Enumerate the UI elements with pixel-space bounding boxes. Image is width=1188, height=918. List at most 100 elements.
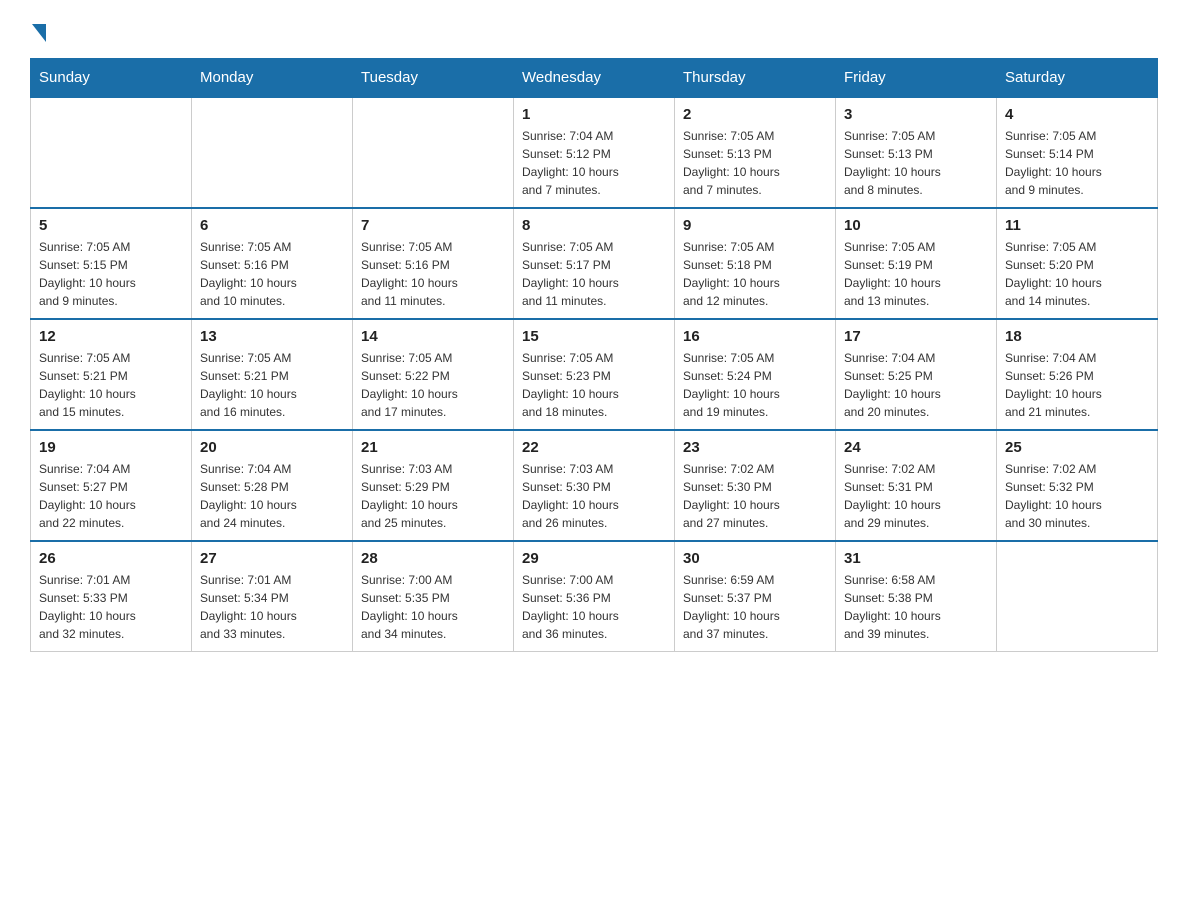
calendar-cell bbox=[31, 97, 192, 208]
calendar-header-monday: Monday bbox=[192, 59, 353, 98]
day-number: 28 bbox=[361, 550, 505, 567]
day-info: Sunrise: 7:05 AMSunset: 5:18 PMDaylight:… bbox=[683, 238, 827, 310]
page-header bbox=[30, 20, 1158, 40]
day-info: Sunrise: 7:01 AMSunset: 5:34 PMDaylight:… bbox=[200, 571, 344, 643]
day-number: 20 bbox=[200, 439, 344, 456]
calendar-cell: 1 Sunrise: 7:04 AMSunset: 5:12 PMDaylight… bbox=[514, 97, 675, 208]
day-number: 27 bbox=[200, 550, 344, 567]
day-number: 11 bbox=[1005, 217, 1149, 234]
day-info: Sunrise: 7:04 AMSunset: 5:28 PMDaylight:… bbox=[200, 460, 344, 532]
calendar-week-row: 12 Sunrise: 7:05 AMSunset: 5:21 PMDayligh… bbox=[31, 319, 1158, 430]
calendar-cell: 19 Sunrise: 7:04 AMSunset: 5:27 PMDayligh… bbox=[31, 430, 192, 541]
logo-arrow-icon bbox=[32, 24, 46, 42]
logo bbox=[30, 20, 46, 40]
calendar-cell: 22 Sunrise: 7:03 AMSunset: 5:30 PMDayligh… bbox=[514, 430, 675, 541]
day-info: Sunrise: 7:04 AMSunset: 5:12 PMDaylight:… bbox=[522, 127, 666, 199]
day-info: Sunrise: 6:59 AMSunset: 5:37 PMDaylight:… bbox=[683, 571, 827, 643]
day-info: Sunrise: 7:01 AMSunset: 5:33 PMDaylight:… bbox=[39, 571, 183, 643]
calendar-cell: 20 Sunrise: 7:04 AMSunset: 5:28 PMDayligh… bbox=[192, 430, 353, 541]
day-number: 26 bbox=[39, 550, 183, 567]
day-number: 2 bbox=[683, 106, 827, 123]
calendar-cell: 6 Sunrise: 7:05 AMSunset: 5:16 PMDaylight… bbox=[192, 208, 353, 319]
calendar-header-tuesday: Tuesday bbox=[353, 59, 514, 98]
calendar-cell: 18 Sunrise: 7:04 AMSunset: 5:26 PMDayligh… bbox=[997, 319, 1158, 430]
calendar-cell bbox=[997, 541, 1158, 652]
day-number: 10 bbox=[844, 217, 988, 234]
calendar-header-saturday: Saturday bbox=[997, 59, 1158, 98]
calendar-cell: 27 Sunrise: 7:01 AMSunset: 5:34 PMDayligh… bbox=[192, 541, 353, 652]
day-number: 22 bbox=[522, 439, 666, 456]
day-number: 24 bbox=[844, 439, 988, 456]
day-number: 30 bbox=[683, 550, 827, 567]
day-info: Sunrise: 7:05 AMSunset: 5:15 PMDaylight:… bbox=[39, 238, 183, 310]
day-info: Sunrise: 7:05 AMSunset: 5:13 PMDaylight:… bbox=[683, 127, 827, 199]
calendar-cell: 24Sunrise: 7:02 AMSunset: 5:31 PMDayligh… bbox=[836, 430, 997, 541]
day-number: 7 bbox=[361, 217, 505, 234]
calendar-cell: 30 Sunrise: 6:59 AMSunset: 5:37 PMDayligh… bbox=[675, 541, 836, 652]
day-number: 14 bbox=[361, 328, 505, 345]
calendar-cell bbox=[353, 97, 514, 208]
calendar-cell: 26 Sunrise: 7:01 AMSunset: 5:33 PMDayligh… bbox=[31, 541, 192, 652]
calendar-cell: 4Sunrise: 7:05 AMSunset: 5:14 PMDaylight… bbox=[997, 97, 1158, 208]
day-info: Sunrise: 7:05 AMSunset: 5:23 PMDaylight:… bbox=[522, 349, 666, 421]
calendar-week-row: 1 Sunrise: 7:04 AMSunset: 5:12 PMDaylight… bbox=[31, 97, 1158, 208]
day-number: 25 bbox=[1005, 439, 1149, 456]
day-number: 5 bbox=[39, 217, 183, 234]
day-info: Sunrise: 7:02 AMSunset: 5:32 PMDaylight:… bbox=[1005, 460, 1149, 532]
day-info: Sunrise: 6:58 AMSunset: 5:38 PMDaylight:… bbox=[844, 571, 988, 643]
day-info: Sunrise: 7:00 AMSunset: 5:36 PMDaylight:… bbox=[522, 571, 666, 643]
day-info: Sunrise: 7:05 AMSunset: 5:22 PMDaylight:… bbox=[361, 349, 505, 421]
calendar-cell: 12 Sunrise: 7:05 AMSunset: 5:21 PMDayligh… bbox=[31, 319, 192, 430]
calendar-cell: 11 Sunrise: 7:05 AMSunset: 5:20 PMDayligh… bbox=[997, 208, 1158, 319]
day-info: Sunrise: 7:03 AMSunset: 5:30 PMDaylight:… bbox=[522, 460, 666, 532]
calendar-table: SundayMondayTuesdayWednesdayThursdayFrid… bbox=[30, 58, 1158, 652]
day-info: Sunrise: 7:04 AMSunset: 5:25 PMDaylight:… bbox=[844, 349, 988, 421]
day-number: 12 bbox=[39, 328, 183, 345]
day-number: 15 bbox=[522, 328, 666, 345]
calendar-week-row: 5 Sunrise: 7:05 AMSunset: 5:15 PMDaylight… bbox=[31, 208, 1158, 319]
calendar-cell: 29 Sunrise: 7:00 AMSunset: 5:36 PMDayligh… bbox=[514, 541, 675, 652]
day-number: 3 bbox=[844, 106, 988, 123]
calendar-week-row: 19 Sunrise: 7:04 AMSunset: 5:27 PMDayligh… bbox=[31, 430, 1158, 541]
day-info: Sunrise: 7:05 AMSunset: 5:17 PMDaylight:… bbox=[522, 238, 666, 310]
day-info: Sunrise: 7:05 AMSunset: 5:20 PMDaylight:… bbox=[1005, 238, 1149, 310]
calendar-week-row: 26 Sunrise: 7:01 AMSunset: 5:33 PMDayligh… bbox=[31, 541, 1158, 652]
day-info: Sunrise: 7:05 AMSunset: 5:19 PMDaylight:… bbox=[844, 238, 988, 310]
calendar-cell: 14 Sunrise: 7:05 AMSunset: 5:22 PMDayligh… bbox=[353, 319, 514, 430]
calendar-cell bbox=[192, 97, 353, 208]
day-info: Sunrise: 7:04 AMSunset: 5:26 PMDaylight:… bbox=[1005, 349, 1149, 421]
calendar-cell: 28 Sunrise: 7:00 AMSunset: 5:35 PMDayligh… bbox=[353, 541, 514, 652]
day-number: 19 bbox=[39, 439, 183, 456]
calendar-cell: 23 Sunrise: 7:02 AMSunset: 5:30 PMDayligh… bbox=[675, 430, 836, 541]
calendar-header-thursday: Thursday bbox=[675, 59, 836, 98]
day-number: 23 bbox=[683, 439, 827, 456]
calendar-cell: 17 Sunrise: 7:04 AMSunset: 5:25 PMDayligh… bbox=[836, 319, 997, 430]
day-info: Sunrise: 7:00 AMSunset: 5:35 PMDaylight:… bbox=[361, 571, 505, 643]
day-number: 31 bbox=[844, 550, 988, 567]
day-number: 17 bbox=[844, 328, 988, 345]
day-number: 21 bbox=[361, 439, 505, 456]
day-info: Sunrise: 7:05 AMSunset: 5:16 PMDaylight:… bbox=[200, 238, 344, 310]
calendar-cell: 25 Sunrise: 7:02 AMSunset: 5:32 PMDayligh… bbox=[997, 430, 1158, 541]
calendar-cell: 15 Sunrise: 7:05 AMSunset: 5:23 PMDayligh… bbox=[514, 319, 675, 430]
day-info: Sunrise: 7:05 AMSunset: 5:21 PMDaylight:… bbox=[200, 349, 344, 421]
calendar-cell: 13Sunrise: 7:05 AMSunset: 5:21 PMDayligh… bbox=[192, 319, 353, 430]
day-info: Sunrise: 7:03 AMSunset: 5:29 PMDaylight:… bbox=[361, 460, 505, 532]
calendar-header-friday: Friday bbox=[836, 59, 997, 98]
calendar-header-row: SundayMondayTuesdayWednesdayThursdayFrid… bbox=[31, 59, 1158, 98]
day-number: 18 bbox=[1005, 328, 1149, 345]
day-info: Sunrise: 7:04 AMSunset: 5:27 PMDaylight:… bbox=[39, 460, 183, 532]
calendar-cell: 3 Sunrise: 7:05 AMSunset: 5:13 PMDaylight… bbox=[836, 97, 997, 208]
calendar-cell: 7Sunrise: 7:05 AMSunset: 5:16 PMDaylight… bbox=[353, 208, 514, 319]
day-number: 9 bbox=[683, 217, 827, 234]
calendar-header-sunday: Sunday bbox=[31, 59, 192, 98]
day-number: 8 bbox=[522, 217, 666, 234]
day-number: 6 bbox=[200, 217, 344, 234]
day-info: Sunrise: 7:05 AMSunset: 5:13 PMDaylight:… bbox=[844, 127, 988, 199]
day-number: 1 bbox=[522, 106, 666, 123]
day-number: 29 bbox=[522, 550, 666, 567]
day-info: Sunrise: 7:02 AMSunset: 5:30 PMDaylight:… bbox=[683, 460, 827, 532]
day-info: Sunrise: 7:05 AMSunset: 5:24 PMDaylight:… bbox=[683, 349, 827, 421]
day-number: 16 bbox=[683, 328, 827, 345]
day-info: Sunrise: 7:05 AMSunset: 5:21 PMDaylight:… bbox=[39, 349, 183, 421]
